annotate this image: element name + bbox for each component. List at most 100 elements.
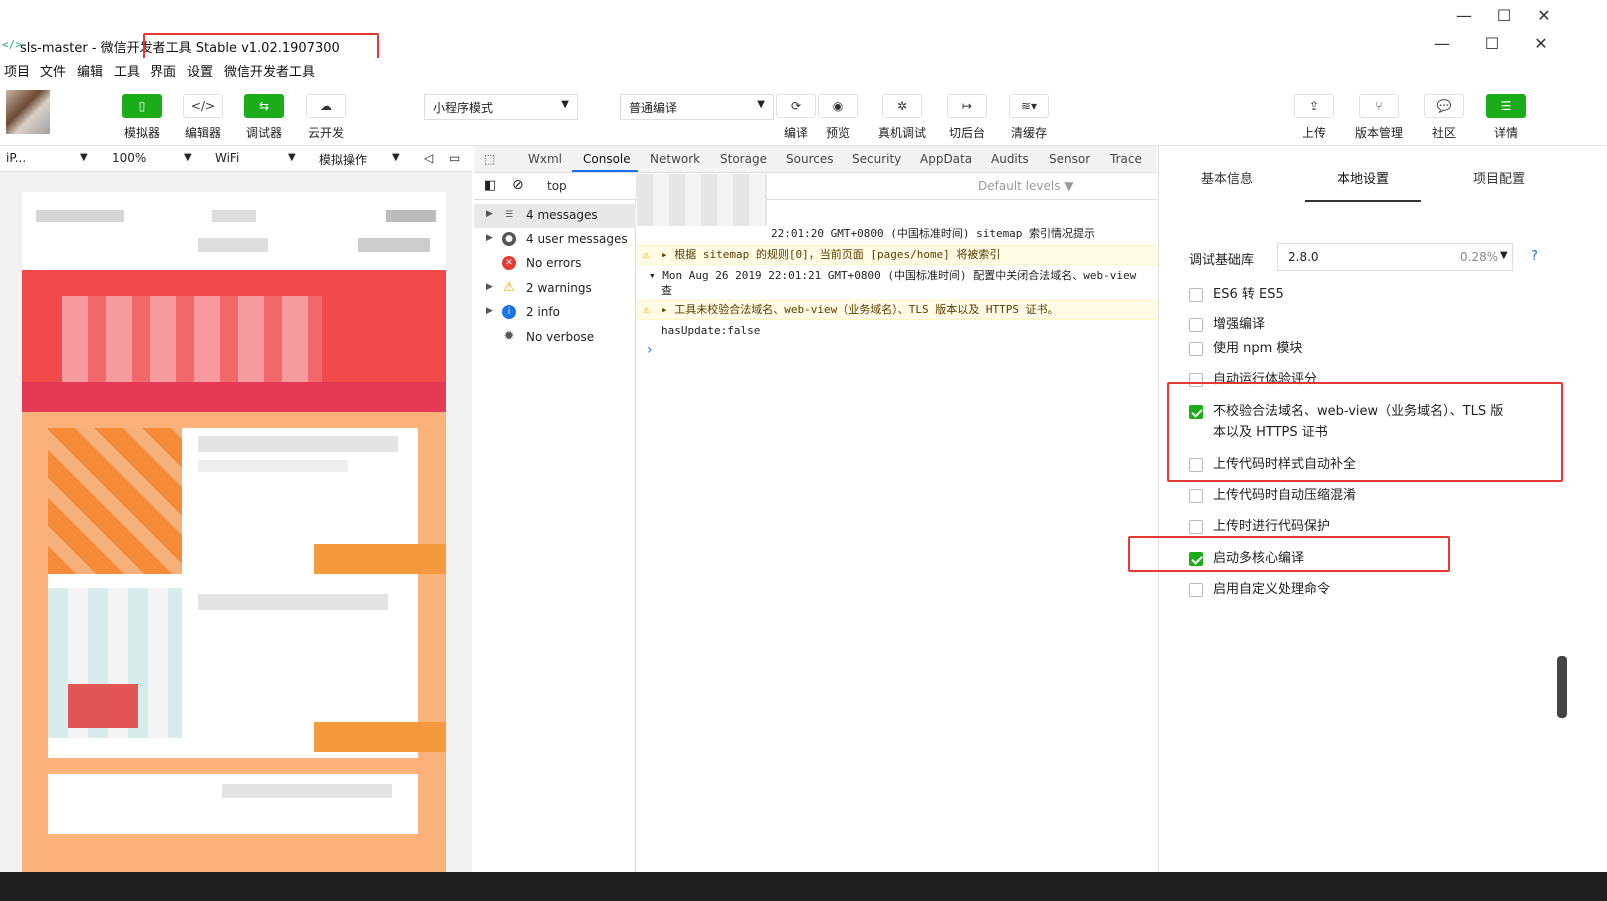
chevron-down-icon: ▼ [184, 152, 192, 163]
tab-wxml[interactable]: Wxml [528, 152, 562, 166]
minimize-button[interactable]: — [1422, 34, 1462, 53]
active-tab-indicator [572, 170, 638, 172]
highlight-domain-box [1167, 382, 1563, 482]
console-sidebar: ▶ ☰ 4 messages ▶ ● 4 user messages ✕ No … [474, 200, 636, 872]
preview-button[interactable]: ◉ 预览 [810, 94, 866, 141]
chevron-down-icon: ▼ [80, 152, 88, 163]
menu-project[interactable]: 项目 [4, 61, 30, 80]
devtools-tabs: ⬚ Wxml Console Network Storage Sources S… [474, 146, 1157, 173]
lib-label: 调试基础库 [1189, 253, 1255, 268]
phone-screen[interactable] [22, 192, 446, 872]
chevron-down-icon: ▼ [392, 152, 400, 163]
tab-sensor[interactable]: Sensor [1049, 152, 1090, 166]
tab-sources[interactable]: Sources [786, 152, 833, 166]
sidebar-toggle-icon[interactable]: ◧ [484, 178, 496, 193]
remote-debug-button[interactable]: ✲ 真机调试 [874, 94, 930, 141]
product-card[interactable] [48, 774, 418, 834]
sidebar-item-info[interactable]: ▶ i 2 info [474, 301, 636, 325]
menu-tools[interactable]: 工具 [114, 61, 140, 80]
status-bar-blur [212, 210, 256, 222]
user-icon: ● [502, 232, 516, 246]
outer-close-button[interactable]: ✕ [1524, 6, 1564, 25]
network-select[interactable]: WiFi [215, 151, 239, 165]
mode-select[interactable]: 小程序模式 ▼ [424, 94, 578, 120]
inspect-icon[interactable]: ⬚ [484, 152, 495, 166]
details-button[interactable]: ☰ 详情 [1478, 94, 1534, 141]
console-line: 22:01:20 GMT+0800 (中国标准时间) sitemap 索引情况提… [771, 227, 1096, 240]
tab-network[interactable]: Network [650, 152, 700, 166]
upload-icon: ⇪ [1294, 94, 1334, 118]
outer-maximize-button[interactable]: ☐ [1484, 6, 1524, 25]
panel-scrollbar[interactable] [1557, 656, 1567, 718]
menu-view[interactable]: 界面 [150, 61, 176, 80]
compile-select[interactable]: 普通编译 ▼ [620, 94, 774, 120]
version-management-button[interactable]: ⑂ 版本管理 [1351, 94, 1407, 141]
avatar[interactable] [6, 90, 50, 134]
product-title-blur [198, 436, 398, 452]
simulator-panel [0, 172, 472, 872]
console-line: ▾ Mon Aug 26 2019 22:01:21 GMT+0800 (中国标… [649, 269, 1137, 282]
console-warning-line: ⚠ ▸ 工具未校验合法域名、web-view（业务域名）、TLS 版本以及 HT… [637, 300, 1157, 320]
product-desc-blur [198, 460, 348, 472]
sim-ops-select[interactable]: 模拟操作 [319, 151, 367, 168]
help-icon[interactable]: ? [1531, 249, 1538, 264]
tab-console[interactable]: Console [583, 152, 631, 166]
tab-trace[interactable]: Trace [1110, 152, 1142, 166]
console-line: hasUpdate:false [661, 324, 761, 337]
context-select[interactable]: top [547, 179, 567, 193]
menu-file[interactable]: 文件 [40, 61, 66, 80]
simulator-button[interactable]: ▯ 模拟器 [114, 94, 170, 141]
nav-title-blur [198, 238, 268, 252]
zoom-select[interactable]: 100% [112, 151, 146, 165]
main-toolbar: ▯ 模拟器 </> 编辑器 ⇆ 调试器 ☁ 云开发 小程序模式 ▼ 普通编译 ▼… [0, 82, 1607, 146]
console-toolbar: ◧ ⊘ top Default levels ▼ [474, 174, 1157, 200]
device-select[interactable]: iP... [6, 151, 26, 165]
tab-basic-info[interactable]: 基本信息 [1201, 168, 1253, 187]
warning-icon: ⚠ [503, 280, 515, 295]
sidebar-item-errors[interactable]: ✕ No errors [474, 252, 636, 276]
restore-button[interactable]: ☐ [1472, 34, 1512, 53]
cloud-dev-button[interactable]: ☁ 云开发 [298, 94, 354, 141]
sidebar-item-verbose[interactable]: ✹ No verbose [474, 326, 636, 350]
clear-console-icon[interactable]: ⊘ [512, 177, 524, 193]
window-icon[interactable]: ▭ [449, 151, 460, 165]
lib-version-select[interactable]: 2.8.0 0.28% ▼ [1277, 243, 1513, 271]
console-line: 查 [661, 284, 672, 297]
banner-strip [22, 382, 446, 412]
outer-minimize-button[interactable]: — [1444, 6, 1484, 25]
phone-icon: ▯ [122, 94, 162, 118]
warning-icon: ⚠ [643, 248, 650, 261]
console-prompt[interactable]: › [647, 342, 653, 358]
expand-arrow-icon: ▶ [486, 282, 493, 292]
menu-edit[interactable]: 编辑 [77, 61, 103, 80]
community-button[interactable]: 💬 社区 [1416, 94, 1472, 141]
menu-icon: ☰ [1486, 94, 1526, 118]
volume-icon[interactable]: ◁ [424, 151, 433, 165]
tab-local-settings[interactable]: 本地设置 [1337, 168, 1389, 187]
buy-button-blur[interactable] [314, 722, 446, 752]
menu-wechat-devtools[interactable]: 微信开发者工具 [224, 61, 315, 80]
debug-icon: ⇆ [244, 94, 284, 118]
tab-project-config[interactable]: 项目配置 [1473, 168, 1525, 187]
switch-icon: ↦ [947, 94, 987, 118]
menu-settings[interactable]: 设置 [187, 61, 213, 80]
clear-cache-button[interactable]: ≋▾ 清缓存 [1001, 94, 1057, 141]
upload-button[interactable]: ⇪ 上传 [1286, 94, 1342, 141]
tab-security[interactable]: Security [852, 152, 901, 166]
tab-audits[interactable]: Audits [991, 152, 1029, 166]
code-icon: </> [183, 94, 223, 118]
expand-arrow-icon: ▶ [486, 306, 493, 316]
tab-storage[interactable]: Storage [720, 152, 767, 166]
debugger-button[interactable]: ⇆ 调试器 [236, 94, 292, 141]
sidebar-item-user-messages[interactable]: ▶ ● 4 user messages [474, 228, 636, 252]
editor-button[interactable]: </> 编辑器 [175, 94, 231, 141]
tab-appdata[interactable]: AppData [920, 152, 972, 166]
simulator-bar: iP... ▼ 100% ▼ WiFi ▼ 模拟操作 ▼ ◁ ▭ [0, 146, 472, 172]
sidebar-item-warnings[interactable]: ▶ ⚠ 2 warnings [474, 277, 636, 301]
close-button[interactable]: ✕ [1521, 34, 1561, 53]
background-button[interactable]: ↦ 切后台 [939, 94, 995, 141]
sidebar-item-messages[interactable]: ▶ ☰ 4 messages [474, 204, 636, 228]
buy-button-blur[interactable] [314, 544, 446, 574]
log-levels-select[interactable]: Default levels ▼ [978, 179, 1074, 193]
expand-arrow-icon: ▶ [486, 209, 493, 219]
